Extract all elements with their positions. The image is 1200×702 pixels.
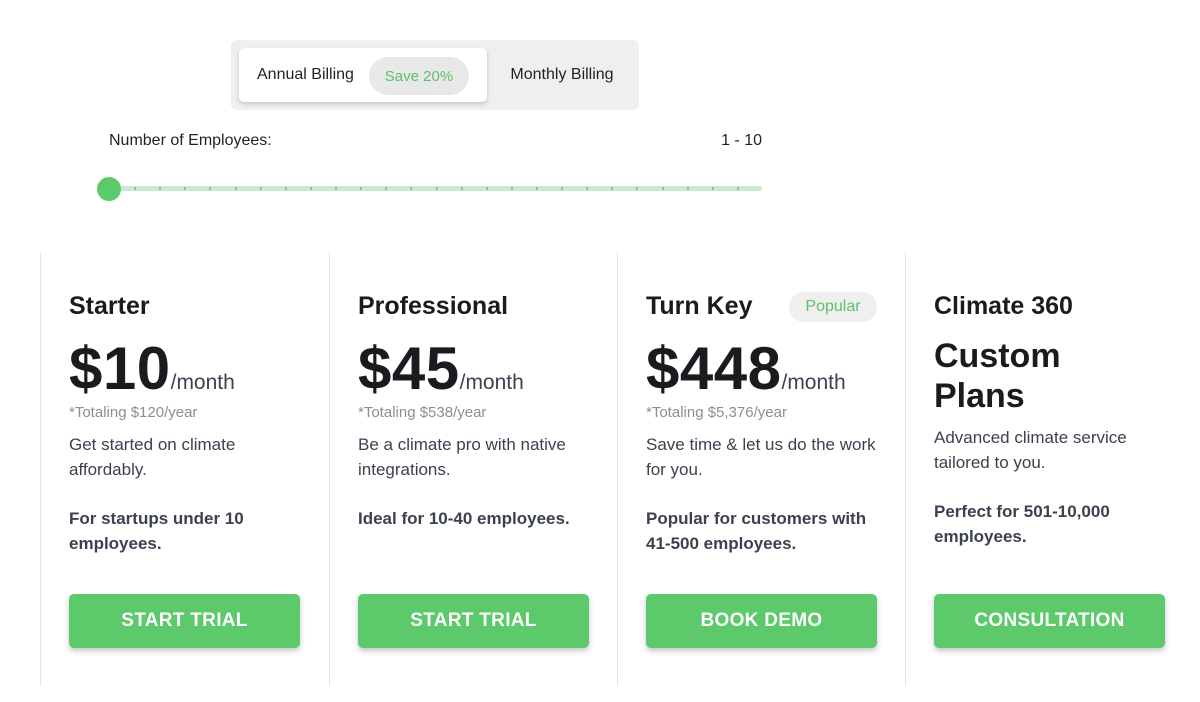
plan-audience: For startups under 10 employees. (69, 509, 244, 553)
slider-tick (736, 187, 739, 190)
employees-slider-thumb[interactable] (97, 177, 121, 201)
plan-card-professional: Professional $45/month *Totaling $538/ye… (329, 252, 617, 686)
popular-badge: Popular (789, 292, 877, 322)
plan-description: Get started on climate affordably. (69, 435, 236, 479)
slider-tick (561, 187, 564, 190)
slider-ticks (109, 186, 762, 191)
slider-tick (510, 187, 513, 190)
slider-tick (209, 187, 212, 190)
book-demo-button[interactable]: BOOK DEMO (646, 594, 877, 648)
annual-billing-label: Annual Billing (257, 66, 354, 83)
plan-name: Climate 360 (934, 292, 1073, 320)
plan-card-climate-360: Climate 360 Custom Plans Advanced climat… (905, 252, 1193, 686)
price-period: /month (781, 371, 846, 394)
price-amount: $10 (69, 335, 171, 402)
plan-name: Turn Key (646, 292, 753, 320)
price-period: /month (459, 371, 524, 394)
slider-tick (184, 187, 187, 190)
plan-name: Professional (358, 292, 509, 320)
plan-card-starter: Starter $10/month *Totaling $120/year Ge… (40, 252, 329, 686)
price-total: *Totaling $120/year (69, 404, 198, 421)
employees-range-value: 1 - 10 (721, 132, 762, 149)
plan-description: Be a climate pro with native integration… (358, 435, 566, 479)
plan-audience: Perfect for 501-10,000 employees. (934, 502, 1110, 546)
slider-tick (711, 187, 714, 190)
slider-tick (636, 187, 639, 190)
slider-tick (686, 187, 689, 190)
slider-tick (134, 187, 137, 190)
price-total: *Totaling $538/year (358, 404, 487, 421)
employees-slider-track[interactable] (109, 186, 762, 191)
plan-description: Save time & let us do the work for you. (646, 435, 876, 479)
slider-tick (485, 187, 488, 190)
billing-toggle: Annual Billing Save 20% Monthly Billing (231, 40, 639, 110)
pricing-plans: Starter $10/month *Totaling $120/year Ge… (40, 252, 1200, 686)
slider-tick (611, 187, 614, 190)
plan-description: Advanced climate service tailored to you… (934, 428, 1127, 472)
plan-audience: Ideal for 10-40 employees. (358, 509, 570, 528)
slider-tick (410, 187, 413, 190)
plan-name: Starter (69, 292, 150, 320)
save-badge: Save 20% (369, 57, 469, 95)
slider-tick (435, 187, 438, 190)
annual-billing-option[interactable]: Annual Billing Save 20% (239, 48, 487, 102)
slider-tick (159, 187, 162, 190)
slider-tick (284, 187, 287, 190)
plan-price: $448/month (646, 334, 846, 403)
employees-label: Number of Employees: (109, 132, 272, 149)
slider-tick (535, 187, 538, 190)
slider-tick (586, 187, 589, 190)
plan-card-turn-key: Turn Key Popular $448/month *Totaling $5… (617, 252, 905, 686)
price-amount: $45 (358, 335, 460, 402)
slider-tick (385, 187, 388, 190)
custom-plans-title: Custom Plans (934, 337, 1061, 415)
price-period: /month (170, 371, 235, 394)
price-amount: $448 (646, 335, 782, 402)
plan-price: $45/month (358, 334, 524, 403)
start-trial-button[interactable]: START TRIAL (69, 594, 300, 648)
consultation-button[interactable]: CONSULTATION (934, 594, 1165, 648)
plan-price: $10/month (69, 334, 235, 403)
plan-audience: Popular for customers with 41-500 employ… (646, 509, 867, 553)
slider-tick (234, 187, 237, 190)
slider-tick (661, 187, 664, 190)
slider-tick (360, 187, 363, 190)
slider-tick (309, 187, 312, 190)
start-trial-button[interactable]: START TRIAL (358, 594, 589, 648)
slider-tick (335, 187, 338, 190)
price-total: *Totaling $5,376/year (646, 404, 787, 421)
slider-tick (460, 187, 463, 190)
monthly-billing-option[interactable]: Monthly Billing (493, 48, 631, 102)
slider-tick (259, 187, 262, 190)
